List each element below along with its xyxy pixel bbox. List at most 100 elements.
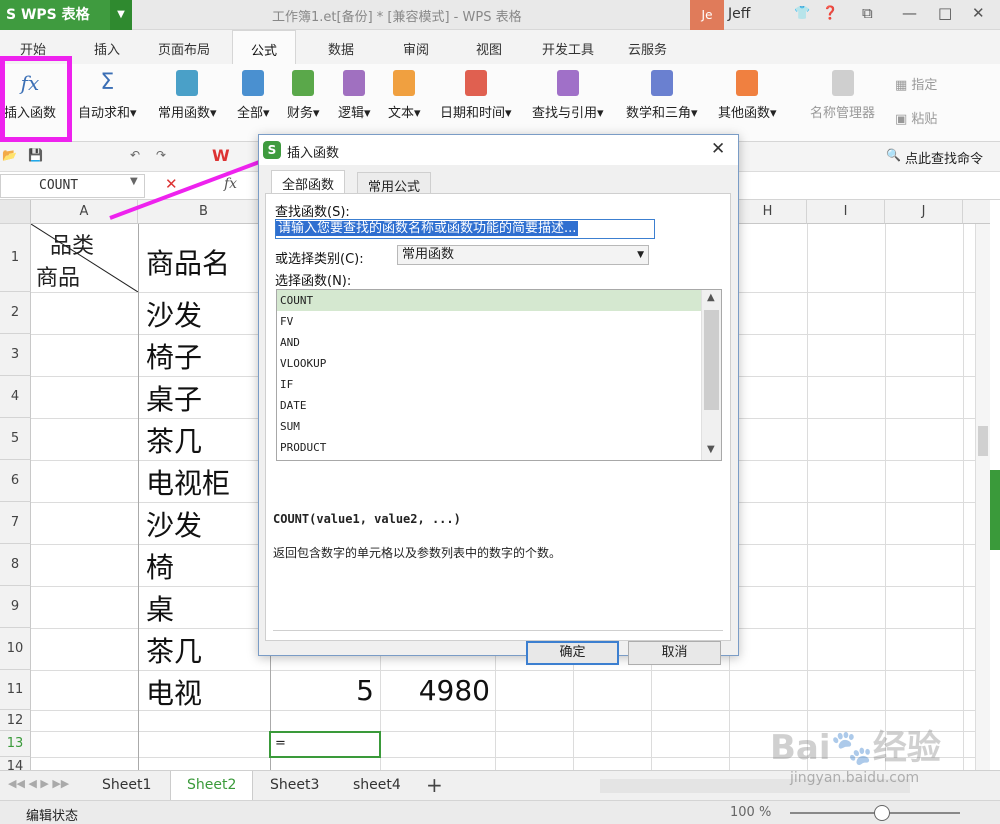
sheet-tab-3[interactable]: Sheet3 (270, 777, 319, 793)
help-icon[interactable]: ❓ (822, 6, 838, 21)
define-button[interactable]: ▦ 指定 (895, 74, 937, 93)
paste-name-button[interactable]: ▣ 粘贴 (895, 108, 937, 127)
restore-icon[interactable]: ⧉ (862, 4, 873, 22)
sheet-nav-icon[interactable]: ◀◀ ◀ ▶ ▶▶ (8, 777, 69, 790)
shirt-icon[interactable]: 👕 (794, 6, 810, 21)
function-search-input[interactable]: 请输入您要查找的函数名称或函数功能的简要描述... (275, 219, 655, 239)
row-header[interactable]: 9 (0, 586, 31, 628)
row-header[interactable]: 3 (0, 334, 31, 376)
cell-b1[interactable]: 商品名 (146, 242, 230, 282)
all-functions-button[interactable]: 全部▾ (237, 70, 270, 121)
lookup-reference-button[interactable]: 查找与引用▾ (532, 70, 604, 121)
logic-book-icon (343, 70, 366, 96)
avatar[interactable]: Je (690, 0, 724, 30)
list-item[interactable]: SUM (277, 416, 701, 437)
watermark-url: jingyan.baidu.com (790, 770, 920, 786)
cell-d11[interactable]: 4980 (380, 674, 490, 707)
chevron-up-icon[interactable]: ▲ (707, 292, 715, 303)
date-time-button[interactable]: 日期和时间▾ (440, 70, 512, 121)
chevron-down-icon[interactable]: ▼ (707, 444, 715, 455)
list-item[interactable]: VLOOKUP (277, 353, 701, 374)
column-header-j[interactable]: J (885, 200, 963, 224)
chevron-down-icon[interactable]: ▼ (110, 0, 132, 30)
sheet-tab-1[interactable]: Sheet1 (102, 777, 151, 793)
scrollbar-thumb[interactable] (704, 310, 719, 410)
zoom-slider-handle[interactable] (874, 805, 890, 821)
row-header[interactable]: 2 (0, 292, 31, 334)
sheet-tab-2[interactable]: Sheet2 (170, 771, 254, 801)
minimize-icon[interactable]: — (902, 4, 917, 22)
tab-review[interactable]: 审阅 (403, 39, 429, 58)
cell-b10[interactable]: 茶几 (146, 630, 202, 670)
column-header-k[interactable] (963, 200, 990, 224)
finance-button[interactable]: 财务▾ (287, 70, 320, 121)
autosum-button[interactable]: Σ 自动求和▾ (78, 70, 137, 121)
tab-page-layout[interactable]: 页面布局 (158, 39, 210, 58)
name-manager-button[interactable]: 名称管理器 (810, 70, 875, 121)
cancel-button[interactable]: 取消 (628, 641, 721, 665)
cell-b6[interactable]: 电视柜 (146, 462, 230, 502)
list-item[interactable]: AND (277, 332, 701, 353)
tab-data[interactable]: 数据 (328, 39, 354, 58)
cell-b11[interactable]: 电视 (146, 672, 202, 712)
maximize-icon[interactable]: □ (938, 4, 952, 22)
tab-insert[interactable]: 插入 (94, 39, 120, 58)
cell-c11[interactable]: 5 (270, 674, 374, 707)
cell-b8[interactable]: 椅 (146, 546, 174, 586)
tab-all-functions[interactable]: 全部函数 (271, 170, 346, 195)
row-header[interactable]: 14 (0, 757, 31, 770)
row-header[interactable]: 12 (0, 710, 31, 731)
list-item[interactable]: DATE (277, 395, 701, 416)
category-select[interactable]: 常用函数 ▼ (397, 245, 649, 265)
row-header[interactable]: 10 (0, 628, 31, 670)
row-header[interactable]: 6 (0, 460, 31, 502)
function-list[interactable]: COUNT FV AND VLOOKUP IF DATE SUM PRODUCT… (276, 289, 722, 461)
search-command[interactable]: 点此查找命令 (905, 148, 983, 167)
list-item[interactable]: PRODUCT (277, 437, 701, 458)
cell-b4[interactable]: 桌子 (146, 378, 202, 418)
list-scrollbar[interactable]: ▲ ▼ (701, 290, 721, 460)
row-header[interactable]: 11 (0, 670, 31, 710)
cell-b7[interactable]: 沙发 (146, 504, 202, 544)
row-header[interactable]: 4 (0, 376, 31, 418)
scrollbar-thumb[interactable] (978, 426, 988, 456)
add-sheet-icon[interactable]: + (426, 773, 443, 797)
close-icon[interactable]: ✕ (972, 4, 985, 22)
list-item[interactable]: IF (277, 374, 701, 395)
cell-b9[interactable]: 桌 (146, 588, 174, 628)
column-header-i[interactable]: I (807, 200, 885, 224)
vertical-scrollbar[interactable] (975, 224, 990, 770)
tab-formula[interactable]: 公式 (232, 30, 297, 64)
cell-b2[interactable]: 沙发 (146, 294, 202, 334)
column-header-h[interactable]: H (729, 200, 807, 224)
row-header[interactable]: 7 (0, 502, 31, 544)
side-panel-toggle[interactable] (990, 470, 1000, 550)
app-menu-button[interactable]: S WPS 表格 ▼ (0, 0, 132, 30)
row-header[interactable]: 8 (0, 544, 31, 586)
select-all-corner[interactable] (0, 200, 31, 224)
text-button[interactable]: 文本▾ (388, 70, 421, 121)
list-item[interactable]: FV (277, 311, 701, 332)
open-icon[interactable]: 📂 (2, 148, 17, 162)
row-header[interactable]: 5 (0, 418, 31, 460)
logic-button[interactable]: 逻辑▾ (338, 70, 371, 121)
cell-b5[interactable]: 茶几 (146, 420, 202, 460)
math-trig-button[interactable]: 数学和三角▾ (626, 70, 698, 121)
user-name[interactable]: Jeff (728, 6, 750, 22)
save-icon[interactable]: 💾 (28, 148, 43, 162)
common-functions-button[interactable]: 常用函数▾ (158, 70, 217, 121)
book-icon (242, 70, 265, 96)
row-header[interactable]: 1 (0, 224, 31, 292)
row-header[interactable]: 13 (0, 731, 31, 757)
sheet-tab-4[interactable]: sheet4 (353, 777, 401, 793)
other-functions-button[interactable]: 其他函数▾ (718, 70, 777, 121)
tab-view[interactable]: 视图 (476, 39, 502, 58)
tab-developer[interactable]: 开发工具 (542, 39, 594, 58)
list-item[interactable]: COUNT (277, 290, 701, 311)
active-cell-c13[interactable]: = (269, 731, 381, 758)
tab-cloud[interactable]: 云服务 (628, 39, 667, 58)
tab-common-formulas[interactable]: 常用公式 (357, 172, 432, 195)
ok-button[interactable]: 确定 (526, 641, 619, 665)
cell-b3[interactable]: 椅子 (146, 336, 202, 376)
close-icon[interactable]: ✕ (711, 139, 725, 159)
